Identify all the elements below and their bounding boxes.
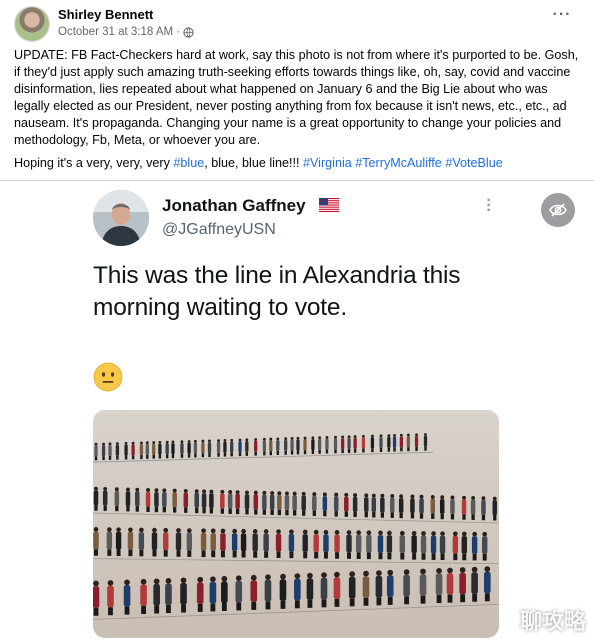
paragraph2-middle: , blue, blue line!!! <box>204 156 303 170</box>
more-options-button[interactable]: ··· <box>548 7 576 30</box>
meta-separator: · <box>176 26 180 38</box>
tweet-author-avatar <box>93 190 149 246</box>
hashtag-virginia[interactable]: #Virginia <box>303 156 352 170</box>
hashtag-terrymcauliffe[interactable]: #TerryMcAuliffe <box>355 156 442 170</box>
post-meta: October 31 at 3:18 AM · <box>58 26 194 38</box>
eye-slash-icon <box>549 203 567 217</box>
watermark: 聊攻略 <box>519 610 586 635</box>
author-avatar[interactable] <box>14 6 50 42</box>
tweet-more-icon: · · · <box>486 192 492 219</box>
globe-icon <box>183 26 194 38</box>
tweet-text: This was the line in Alexandria this mor… <box>93 262 461 321</box>
tweet-author-name: Jonathan Gaffney <box>162 196 306 215</box>
tweet-photo[interactable] <box>93 410 499 638</box>
post-timestamp[interactable]: October 31 at 3:18 AM <box>58 26 173 38</box>
neutral-face-emoji <box>93 362 123 392</box>
hashtag-blue[interactable]: #blue <box>173 156 204 170</box>
us-flag-icon <box>319 198 339 212</box>
post-header: Shirley Bennett October 31 at 3:18 AM · … <box>14 6 580 44</box>
author-name[interactable]: Shirley Bennett <box>58 7 153 22</box>
post-body: UPDATE: FB Fact-Checkers hard at work, s… <box>14 47 580 178</box>
hide-media-button[interactable] <box>541 193 575 227</box>
tweet-author-handle: @JGaffneyUSN <box>162 221 276 238</box>
paragraph2-prefix: Hoping it's a very, very, very <box>14 156 174 170</box>
hashtag-voteblue[interactable]: #VoteBlue <box>445 156 502 170</box>
post-paragraph-1: UPDATE: FB Fact-Checkers hard at work, s… <box>14 48 579 147</box>
post-paragraph-2: Hoping it's a very, very, very #blue, bl… <box>14 155 580 172</box>
